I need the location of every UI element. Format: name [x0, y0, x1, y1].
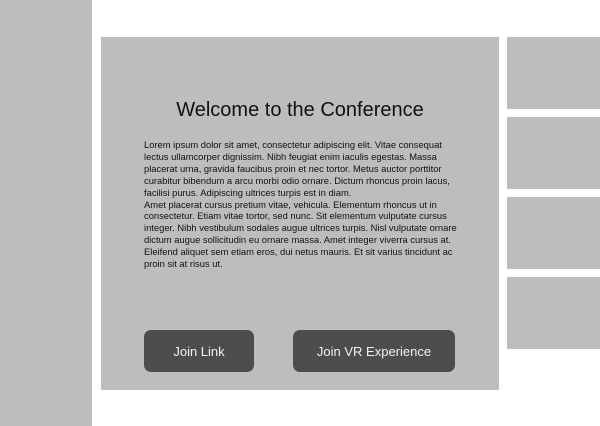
description-paragraph-1: Lorem ipsum dolor sit amet, consectetur …	[144, 139, 450, 198]
description-text: Lorem ipsum dolor sit amet, consectetur …	[144, 139, 458, 270]
description-paragraph-2: Amet placerat cursus pretium vitae, vehi…	[144, 198, 457, 270]
side-card-placeholder-2	[507, 117, 600, 189]
side-card-placeholder-4	[507, 277, 600, 349]
join-vr-experience-button[interactable]: Join VR Experience	[293, 330, 455, 372]
conference-panel: Welcome to the Conference Lorem ipsum do…	[101, 37, 499, 390]
join-link-button[interactable]: Join Link	[144, 330, 254, 372]
left-sidebar-placeholder	[0, 0, 92, 426]
page-title: Welcome to the Conference	[176, 99, 424, 121]
side-card-placeholder-3	[507, 197, 600, 269]
side-card-placeholder-1	[507, 37, 600, 109]
page: Welcome to the Conference Lorem ipsum do…	[0, 0, 600, 426]
